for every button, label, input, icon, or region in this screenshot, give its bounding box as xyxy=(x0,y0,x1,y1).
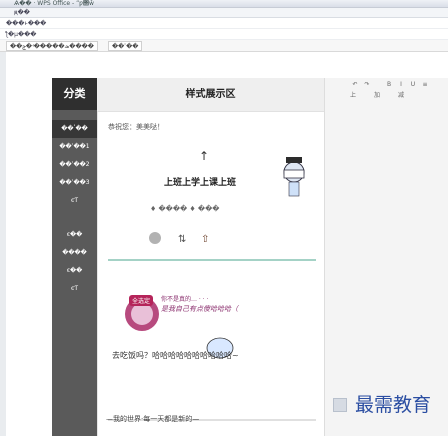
undo-button[interactable]: ↶ xyxy=(350,80,360,89)
banner-line-1: 你不是真的… · · · xyxy=(161,296,209,303)
underline-button[interactable]: U xyxy=(408,80,418,89)
watermark-text: 最需教育 xyxy=(355,394,432,416)
hair-icon xyxy=(286,157,302,163)
person-icon: ⇅ xyxy=(178,234,186,245)
italic-button[interactable]: I xyxy=(396,80,406,89)
placeholder-square xyxy=(333,398,347,412)
body-icon xyxy=(288,181,300,197)
format-toolbar: ↶ ↷ B I U ≡ 上 加 减 xyxy=(340,80,444,102)
right-panel xyxy=(324,78,448,436)
footer-text: —我的世界·每一天都是新的— xyxy=(106,415,200,423)
figure-icon: ↑ xyxy=(199,149,209,163)
banner-line-2: 是我自己有点傻哈哈哈（ xyxy=(161,305,238,313)
badge: 全选定 xyxy=(129,295,154,306)
redo-button[interactable]: ↷ xyxy=(362,80,372,89)
bold-button[interactable]: B xyxy=(384,80,394,89)
illustration-title: 上班上学上课上班 xyxy=(163,178,236,188)
toolbar-label: 加 xyxy=(374,92,381,99)
mask-icon xyxy=(283,169,305,179)
toolbar-label: 减 xyxy=(398,92,405,99)
bottle-icon: ⇧ xyxy=(201,234,209,245)
quote-text: 去吃饭吗？哈哈哈哈哈哈哈哈哈哈~ xyxy=(112,351,239,360)
align-button[interactable]: ≡ xyxy=(420,80,430,89)
illustration-subtitle: ♦ ���� ♦ ��� xyxy=(150,205,220,213)
banner: 全选定 你不是真的… · · · 是我自己有点傻哈哈哈（ xyxy=(119,291,279,333)
leaf-icon xyxy=(149,232,161,244)
toolbar-label: 上 xyxy=(350,92,357,99)
